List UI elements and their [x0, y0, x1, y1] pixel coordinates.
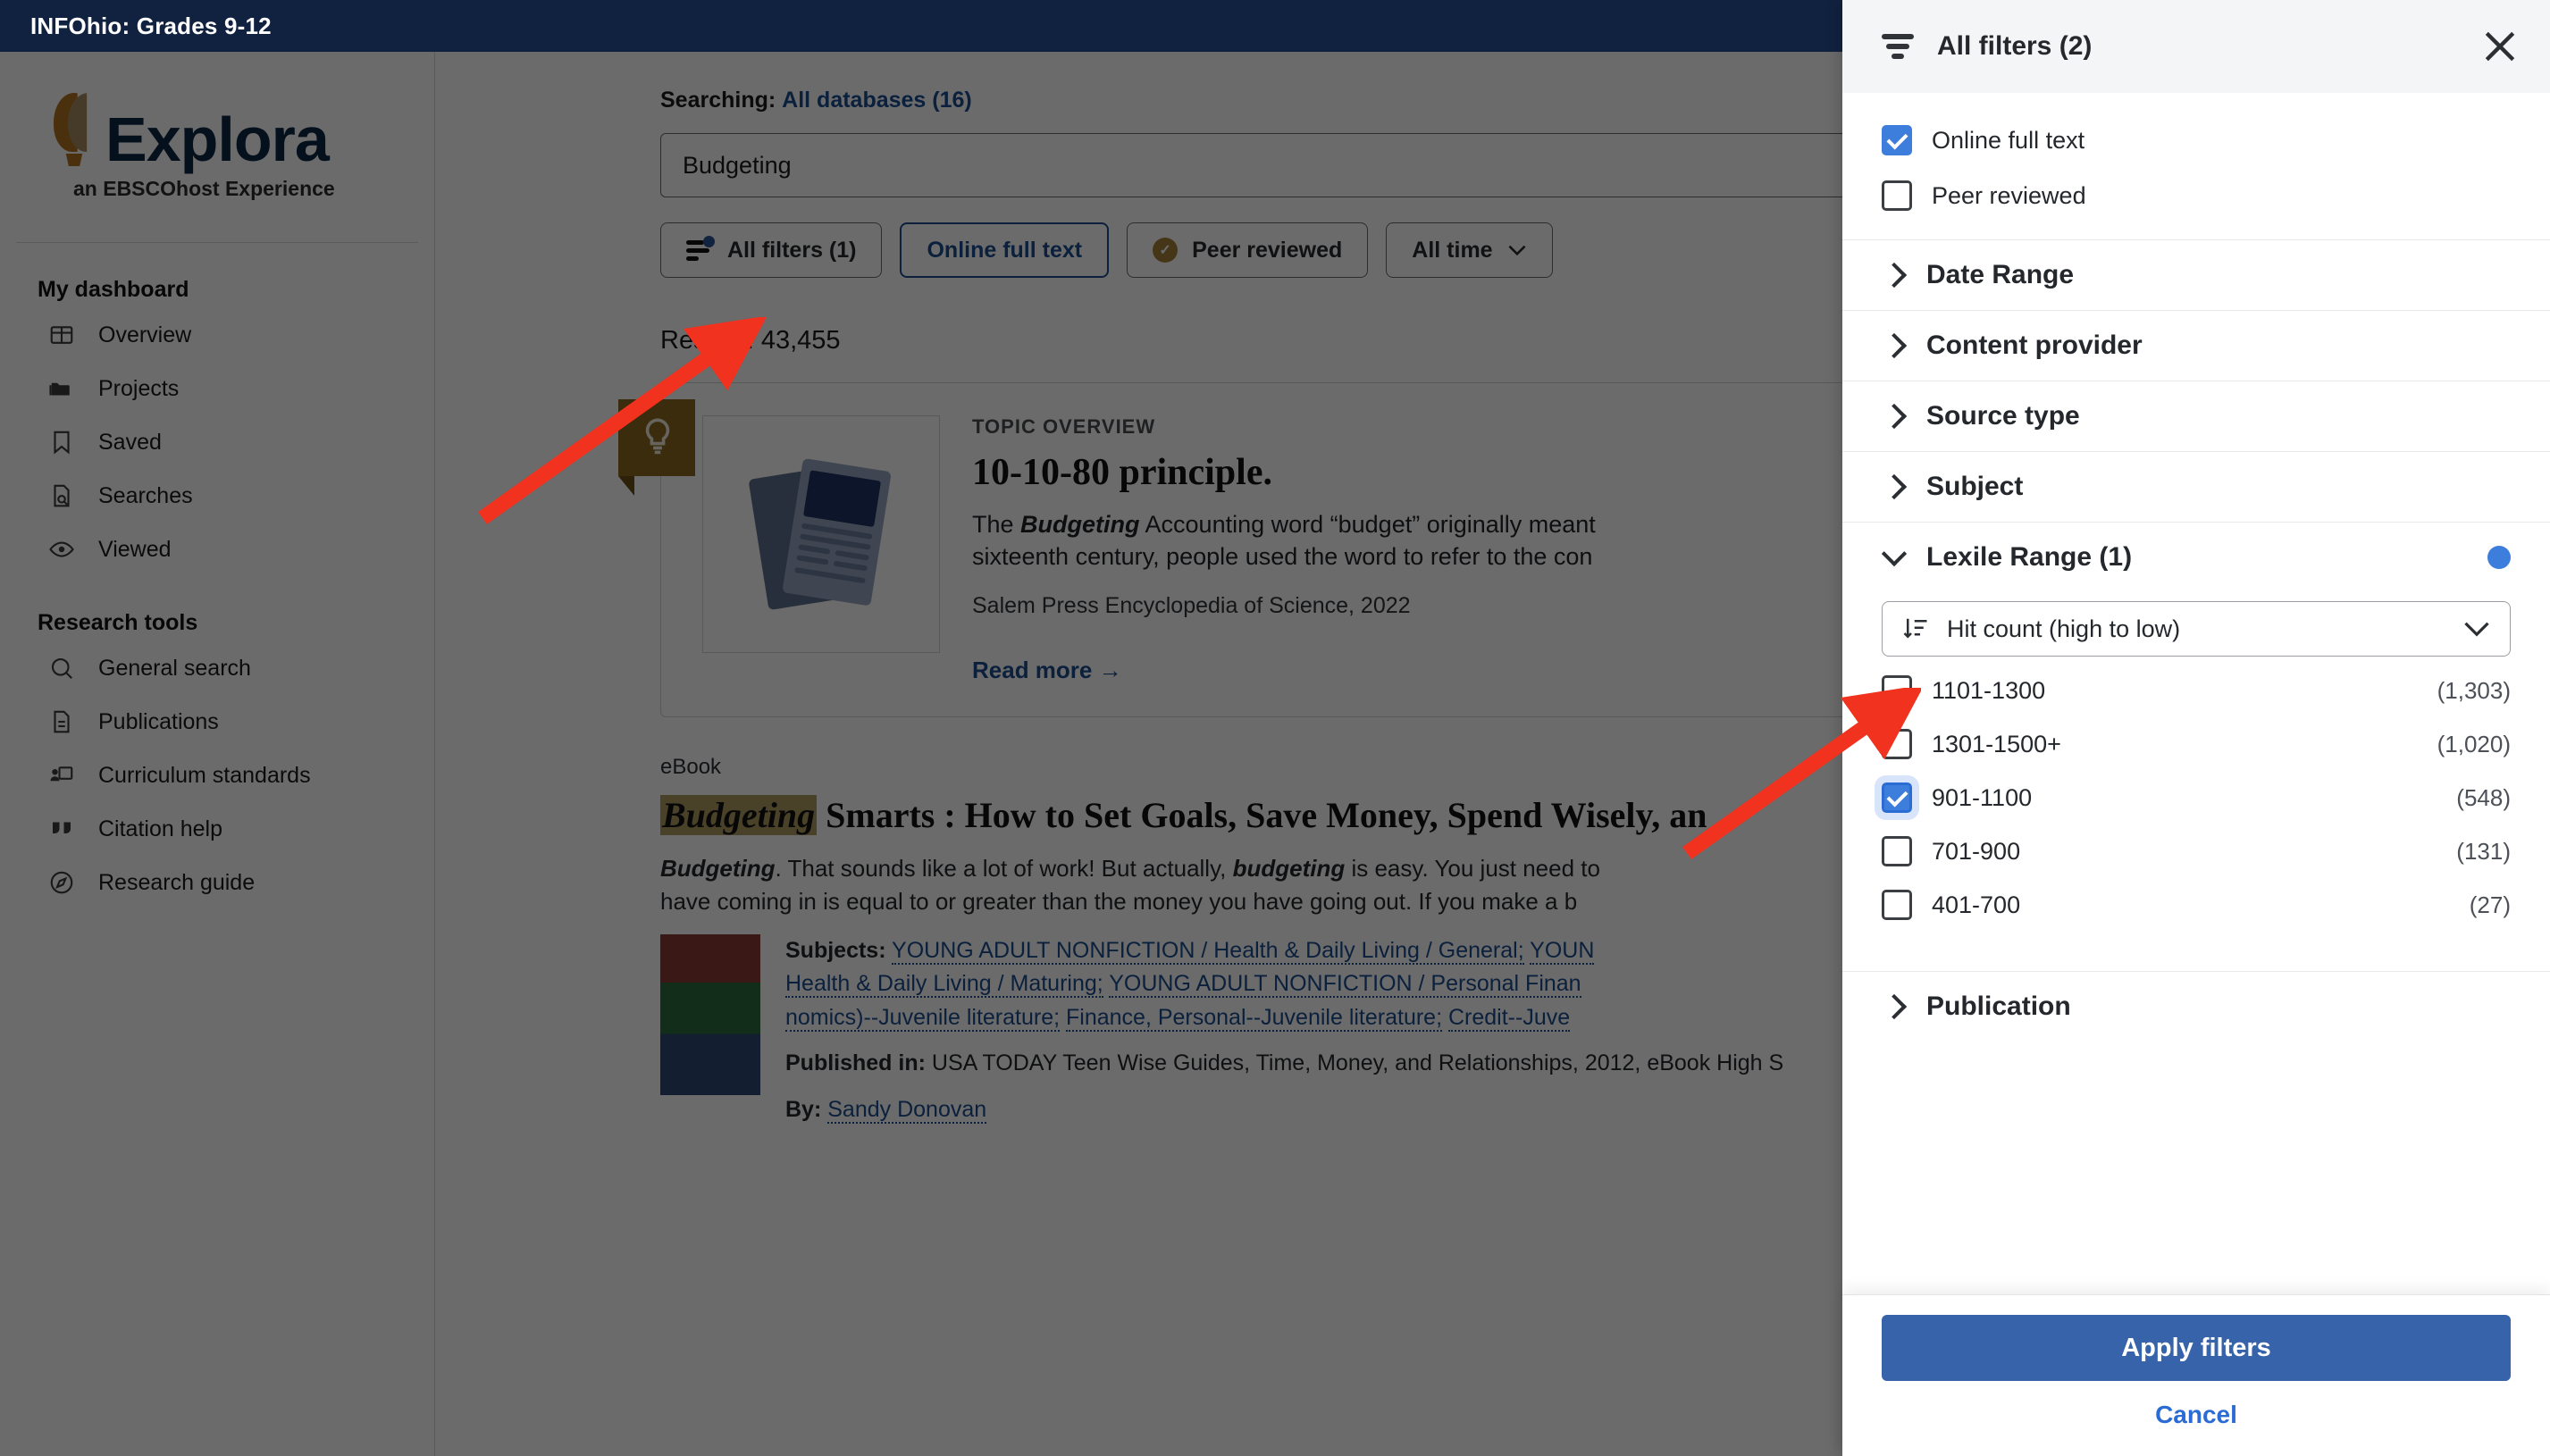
filter-panel-footer: Apply filters Cancel: [1842, 1294, 2550, 1456]
checkbox-unchecked-icon[interactable]: [1882, 836, 1912, 866]
filter-online-full-text[interactable]: Online full text: [1842, 113, 2550, 168]
close-icon[interactable]: [2480, 27, 2520, 66]
lexile-option-count: (27): [2469, 891, 2511, 918]
filter-section-lexile-range[interactable]: Lexile Range (1): [1842, 522, 2550, 592]
filter-peer-reviewed[interactable]: Peer reviewed: [1842, 168, 2550, 223]
chevron-right-icon: [1881, 473, 1908, 500]
cancel-button[interactable]: Cancel: [1882, 1401, 2511, 1429]
lexile-option-count: (1,303): [2437, 676, 2511, 704]
lexile-option-label: 1101-1300: [1932, 676, 2046, 704]
checkbox-checked-icon[interactable]: [1882, 125, 1912, 155]
lexile-option-901-1100[interactable]: 901-1100 (548): [1842, 771, 2550, 824]
filter-section-publication[interactable]: Publication: [1842, 971, 2550, 1042]
chevron-right-icon: [1881, 993, 1908, 1020]
chevron-right-icon: [1881, 262, 1908, 289]
sort-descending-icon: [1903, 618, 1927, 639]
filter-section-source-type[interactable]: Source type: [1842, 381, 2550, 451]
lexile-option-1301-1500[interactable]: 1301-1500+ (1,020): [1842, 717, 2550, 771]
filter-checkbox-label: Online full text: [1932, 126, 2085, 154]
filter-checkbox-label: Peer reviewed: [1932, 181, 2086, 209]
chevron-right-icon: [1881, 332, 1908, 359]
checkbox-unchecked-icon[interactable]: [1882, 675, 1912, 706]
lexile-option-label: 701-900: [1932, 837, 2021, 865]
filter-section-content-provider[interactable]: Content provider: [1842, 310, 2550, 381]
lexile-option-count: (548): [2456, 783, 2511, 811]
lexile-sort-select[interactable]: Hit count (high to low): [1882, 601, 2511, 657]
filter-section-label: Subject: [1926, 472, 2024, 501]
lexile-option-count: (131): [2456, 837, 2511, 865]
lexile-option-401-700[interactable]: 401-700 (27): [1842, 878, 2550, 932]
filter-section-label: Date Range: [1926, 260, 2075, 289]
chevron-down-icon: [2464, 622, 2489, 637]
filter-section-label: Source type: [1926, 401, 2080, 431]
filter-section-label: Content provider: [1926, 331, 2143, 360]
all-filters-panel: All filters (2) Online full text Peer re…: [1842, 0, 2550, 1456]
filter-icon: [1882, 33, 1914, 60]
lexile-option-701-900[interactable]: 701-900 (131): [1842, 824, 2550, 878]
lexile-option-label: 1301-1500+: [1932, 730, 2061, 757]
modal-backdrop[interactable]: [0, 52, 1905, 1456]
filter-section-subject[interactable]: Subject: [1842, 451, 2550, 522]
lexile-option-label: 901-1100: [1932, 783, 2033, 811]
filter-panel-title: All filters (2): [1937, 31, 2093, 61]
lexile-option-label: 401-700: [1932, 891, 2021, 918]
apply-filters-button[interactable]: Apply filters: [1882, 1315, 2511, 1381]
lexile-option-1101-1300[interactable]: 1101-1300 (1,303): [1842, 664, 2550, 717]
checkbox-unchecked-icon[interactable]: [1882, 180, 1912, 211]
lexile-sort-value: Hit count (high to low): [1947, 615, 2181, 642]
filter-section-label: Lexile Range (1): [1926, 542, 2133, 572]
app-title: INFOhio: Grades 9-12: [30, 12, 272, 39]
filter-section-label: Publication: [1926, 992, 2071, 1021]
lexile-option-count: (1,020): [2437, 730, 2511, 757]
checkbox-checked-icon[interactable]: [1875, 775, 1919, 820]
active-filter-dot: [2487, 546, 2511, 569]
checkbox-unchecked-icon[interactable]: [1882, 729, 1912, 759]
chevron-down-icon: [1881, 540, 1908, 567]
chevron-right-icon: [1881, 403, 1908, 430]
filter-section-date-range[interactable]: Date Range: [1842, 239, 2550, 310]
filter-panel-body: Online full text Peer reviewed Date Rang…: [1842, 93, 2550, 1294]
checkbox-unchecked-icon[interactable]: [1882, 890, 1912, 920]
filter-panel-header: All filters (2): [1842, 0, 2550, 93]
